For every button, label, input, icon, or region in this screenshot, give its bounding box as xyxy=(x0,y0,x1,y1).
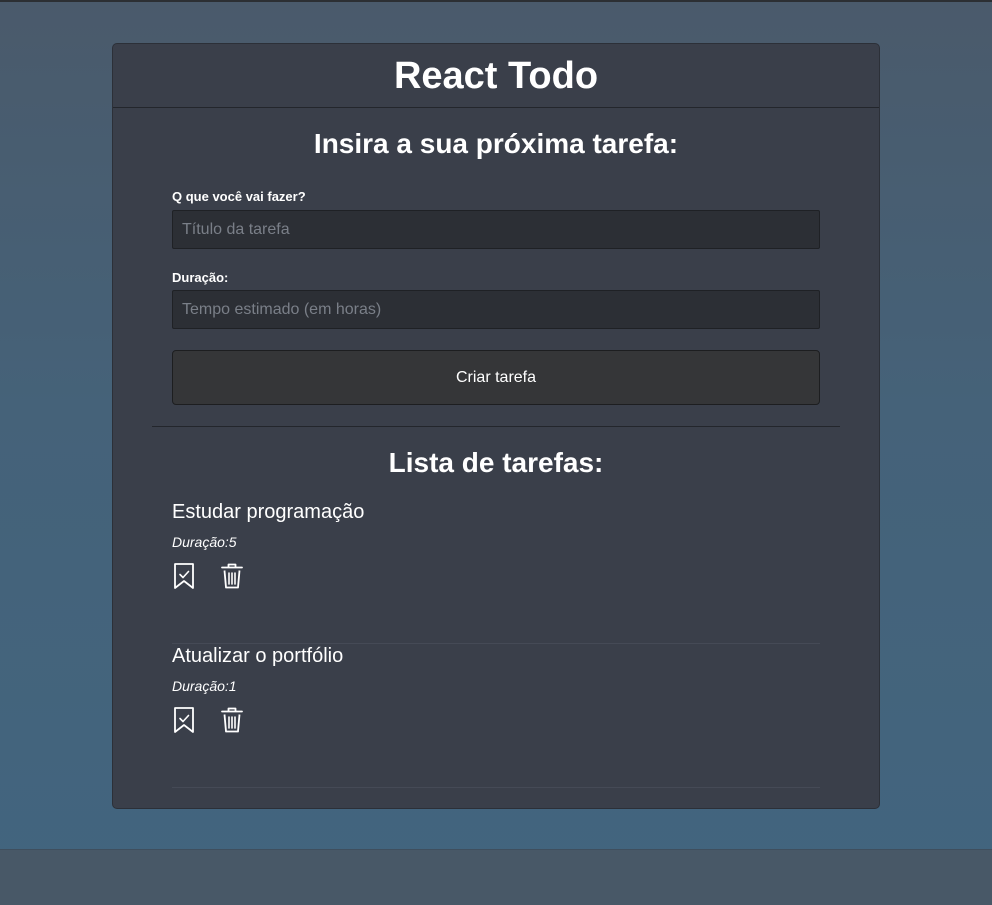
form-heading: Insira a sua próxima tarefa: xyxy=(313,128,679,159)
list-heading: Lista de tarefas: xyxy=(388,447,604,478)
duration-label: Duração: xyxy=(172,270,229,285)
todo-card: React Todo Insira a sua próxima tarefa: … xyxy=(112,43,880,809)
page-footer xyxy=(0,849,992,905)
task-item: Atualizar o portfólio Duração:1 xyxy=(172,644,820,788)
task-item: Estudar programação Duração:5 xyxy=(172,500,820,644)
task-title: Atualizar o portfólio xyxy=(172,645,344,667)
task-title-label: Q que você vai fazer? xyxy=(172,189,306,204)
bookmark-check-icon[interactable] xyxy=(172,562,196,590)
section-divider xyxy=(152,426,840,427)
top-edge xyxy=(0,0,992,2)
bookmark-check-icon[interactable] xyxy=(172,706,196,734)
duration-input[interactable] xyxy=(172,290,820,329)
task-title-input[interactable] xyxy=(172,210,820,249)
trash-icon[interactable] xyxy=(220,706,244,734)
task-duration: Duração:5 xyxy=(172,534,237,550)
app-title: React Todo xyxy=(113,44,879,108)
create-task-button[interactable]: Criar tarefa xyxy=(172,350,820,405)
task-title: Estudar programação xyxy=(172,501,365,523)
trash-icon[interactable] xyxy=(220,562,244,590)
task-duration: Duração:1 xyxy=(172,678,237,694)
